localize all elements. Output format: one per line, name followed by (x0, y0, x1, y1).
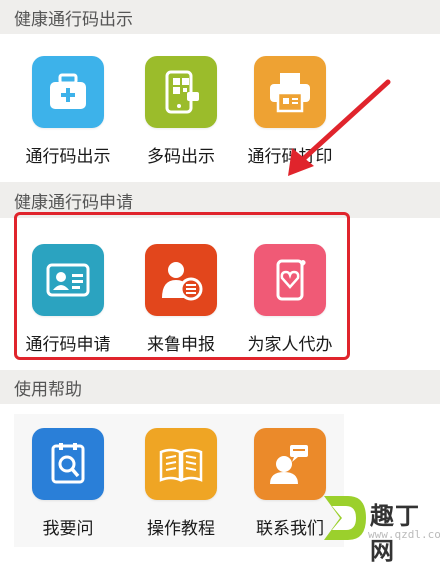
section-header-show: 健康通行码出示 (0, 0, 440, 34)
tile-label: 操作教程 (147, 519, 215, 539)
book-icon (145, 428, 217, 500)
tile-label: 我要问 (42, 519, 94, 539)
medical-kit-icon (32, 56, 104, 128)
section-title-show: 健康通行码出示 (14, 9, 133, 30)
watermark-url: www.qzdl.com (368, 528, 440, 541)
watermark-logo-icon (324, 496, 366, 540)
section-title-apply: 健康通行码申请 (14, 192, 133, 213)
tile-tutorial[interactable]: 操作教程 (126, 428, 236, 548)
search-doc-icon (32, 428, 104, 500)
annotation-arrow-icon (288, 79, 391, 176)
contact-chat-icon (254, 428, 326, 500)
tile-pass-show[interactable]: 通行码出示 (13, 56, 123, 176)
section-header-help: 使用帮助 (0, 370, 440, 404)
section-title-help: 使用帮助 (14, 379, 82, 400)
watermark: 趣丁网 www.qzdl.com (318, 490, 440, 565)
tile-label: 联系我们 (256, 519, 324, 539)
tile-multi-code[interactable]: 多码出示 (126, 56, 236, 176)
tile-label: 通行码出示 (25, 147, 111, 167)
tile-ask[interactable]: 我要问 (13, 428, 123, 548)
annotation-highlight-box (14, 212, 350, 360)
tile-label: 多码出示 (147, 147, 215, 167)
phone-qr-icon (145, 56, 217, 128)
